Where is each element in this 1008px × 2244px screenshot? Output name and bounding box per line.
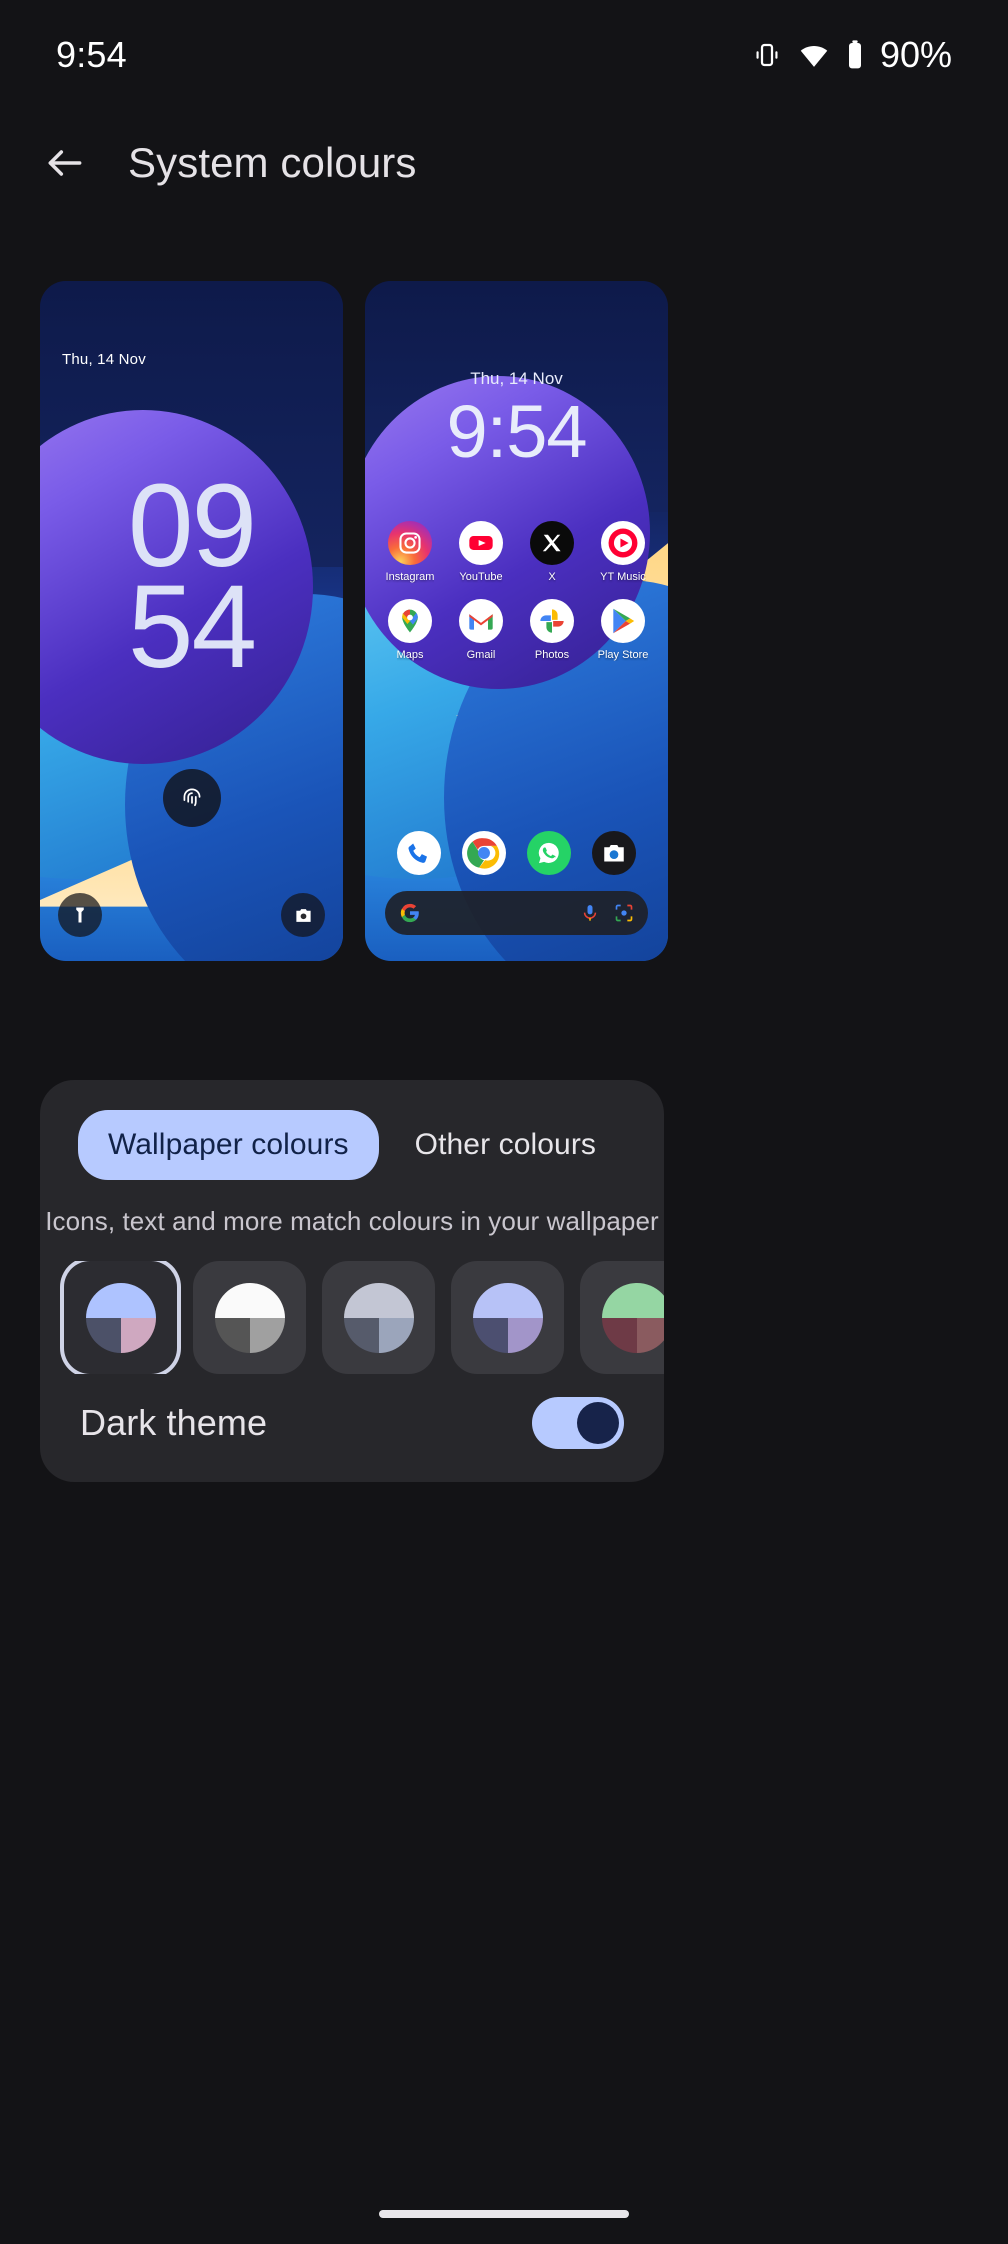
home-screen-preview[interactable]: Thu, 14 Nov 9:54 Instagram YouTube X YT … <box>365 281 668 961</box>
instagram-icon <box>388 521 432 565</box>
app-row-2: Maps Gmail Photos Play Store <box>379 599 654 661</box>
swatch-bottom-right <box>636 1317 664 1353</box>
camera-icon <box>295 908 311 922</box>
app-label: YT Music <box>600 571 646 583</box>
colour-swatch-3[interactable] <box>322 1261 435 1374</box>
app-label: Play Store <box>597 649 649 661</box>
swatch-top <box>85 1282 156 1318</box>
flashlight-icon <box>76 907 84 923</box>
app-youtube[interactable]: YouTube <box>450 521 512 583</box>
app-label: Gmail <box>466 649 496 661</box>
swatch-top <box>214 1282 285 1318</box>
swatch-bottom-left <box>601 1317 637 1353</box>
swatch-bottom-left <box>343 1317 379 1353</box>
tab-other-colours[interactable]: Other colours <box>385 1110 626 1180</box>
camera-icon[interactable] <box>591 831 636 875</box>
swatch-circle <box>85 1282 156 1353</box>
preview-row: Thu, 14 Nov 09 54 Thu, 14 Nov 9:54 Insta… <box>40 281 968 961</box>
app-label: Photos <box>534 649 570 661</box>
dock <box>365 831 668 875</box>
phone-icon[interactable] <box>397 831 442 875</box>
google-search-bar[interactable] <box>385 891 648 935</box>
app-label: Maps <box>396 649 424 661</box>
swatch-circle <box>214 1282 285 1353</box>
swatch-bottom-right <box>507 1317 543 1353</box>
dark-theme-row[interactable]: Dark theme <box>40 1364 664 1482</box>
x-twitter-icon <box>530 521 574 565</box>
back-arrow-icon <box>48 150 82 176</box>
swatch-circle <box>601 1282 664 1353</box>
lock-screen-date: Thu, 14 Nov <box>62 351 146 368</box>
swatch-top <box>601 1282 664 1318</box>
page-title: System colours <box>128 139 417 186</box>
app-label: X <box>548 571 556 583</box>
app-yt-music[interactable]: YT Music <box>592 521 654 583</box>
back-button[interactable] <box>28 126 102 200</box>
google-g-icon <box>400 903 419 923</box>
tab-wallpaper-colours[interactable]: Wallpaper colours <box>77 1110 379 1180</box>
swatch-bottom-right <box>378 1317 414 1353</box>
wifi-icon <box>800 46 828 67</box>
colour-options-card: Wallpaper colours Other colours Icons, t… <box>40 1080 664 1482</box>
google-maps-icon <box>388 599 432 643</box>
home-gesture-bar[interactable] <box>379 2210 629 2218</box>
app-play-store[interactable]: Play Store <box>592 599 654 661</box>
swatch-top <box>472 1282 543 1318</box>
colour-source-tabs: Wallpaper colours Other colours <box>40 1110 664 1180</box>
colour-swatch-list <box>40 1261 664 1374</box>
settings-system-colours-screen: 9:54 90% System colours Thu, 14 Nov 09 5… <box>0 0 1008 2244</box>
dark-theme-toggle[interactable] <box>532 1397 624 1449</box>
status-bar-icons: 90% <box>752 34 952 76</box>
fingerprint-button[interactable] <box>162 769 221 827</box>
app-grid: Instagram YouTube X YT Music Maps Gmail … <box>365 521 668 677</box>
search-bar-actions <box>580 903 634 923</box>
colour-swatch-5[interactable] <box>580 1261 664 1374</box>
colour-description: Icons, text and more match colours in yo… <box>45 1206 659 1236</box>
battery-percentage: 90% <box>879 34 952 75</box>
microphone-icon[interactable] <box>580 903 600 923</box>
home-screen-date: Thu, 14 Nov <box>470 369 563 388</box>
lock-screen-preview[interactable]: Thu, 14 Nov 09 54 <box>40 281 343 961</box>
app-bar: System colours <box>0 108 1008 218</box>
swatch-bottom-left <box>85 1317 121 1353</box>
google-photos-icon <box>530 599 574 643</box>
app-x[interactable]: X <box>521 521 583 583</box>
swatch-bottom-left <box>214 1317 250 1353</box>
google-lens-icon[interactable] <box>614 903 634 923</box>
chrome-icon[interactable] <box>462 831 507 875</box>
toggle-knob <box>577 1402 619 1444</box>
flashlight-shortcut-button[interactable] <box>58 893 102 937</box>
app-instagram[interactable]: Instagram <box>379 521 441 583</box>
app-maps[interactable]: Maps <box>379 599 441 661</box>
colour-swatch-2[interactable] <box>193 1261 306 1374</box>
colour-swatch-4[interactable] <box>451 1261 564 1374</box>
gmail-icon <box>459 599 503 643</box>
swatch-circle <box>472 1282 543 1353</box>
swatch-bottom-right <box>249 1317 285 1353</box>
fingerprint-icon <box>183 788 200 807</box>
swatch-top <box>343 1282 414 1318</box>
colour-swatch-1[interactable] <box>64 1261 177 1374</box>
app-photos[interactable]: Photos <box>521 599 583 661</box>
youtube-icon <box>459 521 503 565</box>
swatch-circle <box>343 1282 414 1353</box>
swatch-bottom-left <box>472 1317 508 1353</box>
swatch-bottom-right <box>120 1317 156 1353</box>
battery-icon <box>848 40 861 69</box>
vibrate-icon <box>756 43 778 67</box>
status-bar: 9:54 90% <box>0 0 1008 110</box>
camera-shortcut-button[interactable] <box>281 893 325 937</box>
lock-screen-clock: 09 54 <box>40 467 343 694</box>
lock-clock-minutes: 54 <box>127 561 257 694</box>
whatsapp-icon[interactable] <box>526 831 571 875</box>
app-row-1: Instagram YouTube X YT Music <box>379 521 654 583</box>
dark-theme-label: Dark theme <box>80 1402 268 1443</box>
youtube-music-icon <box>601 521 645 565</box>
app-label: YouTube <box>459 571 503 583</box>
home-screen-clock: 9:54 <box>446 390 587 473</box>
status-bar-clock: 9:54 <box>56 34 127 75</box>
app-label: Instagram <box>385 571 435 583</box>
play-store-icon <box>601 599 645 643</box>
app-gmail[interactable]: Gmail <box>450 599 512 661</box>
